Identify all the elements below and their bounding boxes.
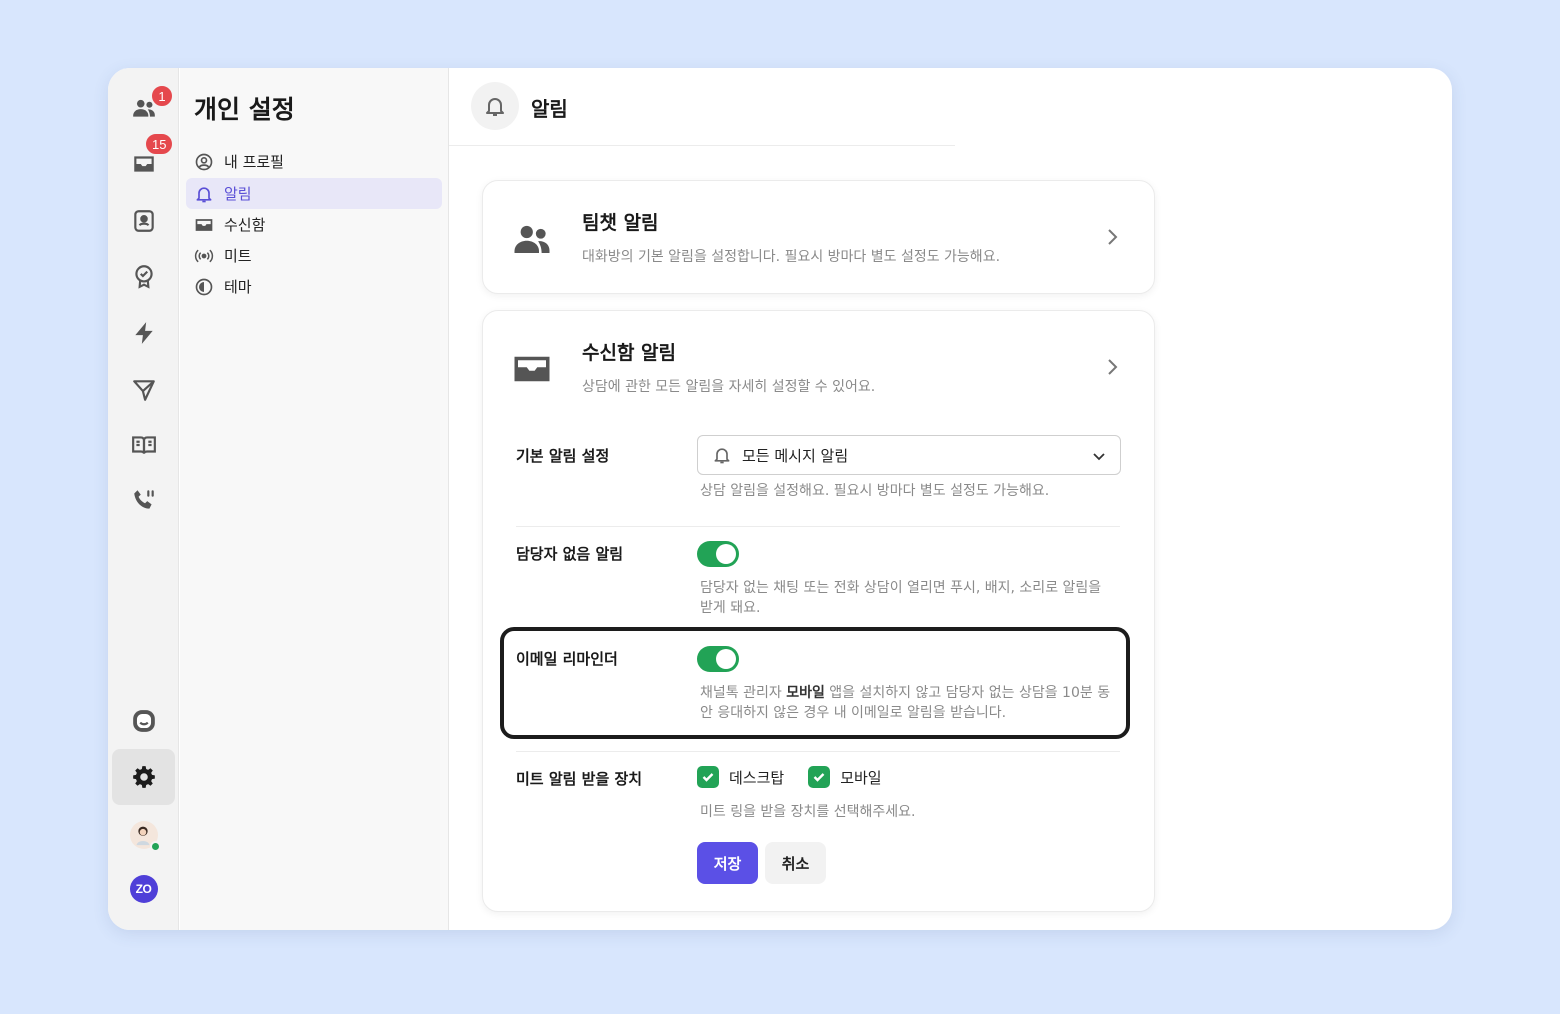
settings-title: 개인 설정 — [194, 95, 295, 124]
row-label: 기본 알림 설정 — [516, 447, 610, 465]
rail-inbox[interactable]: 15 — [112, 132, 175, 192]
nav-item-label: 미트 — [224, 247, 252, 265]
contact-book-icon — [133, 210, 154, 232]
header-bell-icon — [471, 82, 519, 130]
inbox-card-header[interactable]: 수신함 알림 상담에 관한 모든 알림을 자세히 설정할 수 있어요. — [483, 311, 1154, 425]
page-title: 알림 — [531, 97, 568, 121]
save-button[interactable]: 저장 — [697, 842, 758, 884]
rail-automation[interactable] — [112, 305, 175, 361]
nav-item-label: 테마 — [224, 278, 252, 296]
desc-line: 담당자 없는 채팅 또는 전화 상담이 열리면 푸시, 배지, 소리로 알림을 — [700, 580, 1102, 596]
nav-item-notifications[interactable]: 알림 — [186, 178, 442, 209]
device-checkboxes: 데스크탑 모바일 — [697, 766, 882, 788]
checkbox-label: 모바일 — [840, 768, 882, 787]
chevron-right-icon — [1108, 359, 1118, 375]
row-label: 미트 알림 받을 장치 — [516, 770, 643, 788]
inbox-notification-card: 수신함 알림 상담에 관한 모든 알림을 자세히 설정할 수 있어요. 기본 알… — [482, 310, 1155, 912]
main-content: 알림 팀챗 알림 대화방의 기본 알림을 설정합니다. 필요시 방마다 별도 설… — [449, 68, 1452, 930]
nav-item-inbox[interactable]: 수신함 — [186, 209, 442, 240]
send-icon — [132, 380, 155, 401]
presence-online-indicator — [149, 841, 161, 852]
rail-workspace[interactable]: ZO — [112, 861, 175, 917]
check-icon — [813, 773, 825, 782]
divider — [516, 751, 1120, 752]
rail-profile[interactable] — [112, 807, 175, 863]
card-title: 팀챗 알림 — [582, 212, 659, 234]
inbox-icon — [195, 218, 213, 231]
meet-devices-row: 미트 알림 받을 장치 데스크탑 모바일 미트 링을 받을 장치를 선택해주세요… — [516, 766, 1120, 906]
workspace-logo-icon: ZO — [129, 875, 158, 903]
nav-item-label: 수신함 — [224, 216, 266, 234]
nav-item-label: 알림 — [224, 185, 252, 203]
book-icon — [131, 436, 156, 454]
lightning-icon — [134, 322, 153, 344]
card-description: 상담에 관한 모든 알림을 자세히 설정할 수 있어요. — [582, 379, 876, 395]
nav-item-theme[interactable]: 테마 — [186, 271, 442, 302]
rail-badge[interactable] — [112, 248, 175, 304]
chevron-down-icon — [1093, 453, 1105, 461]
card-description: 대화방의 기본 알림을 설정합니다. 필요시 방마다 별도 설정도 가능해요. — [582, 249, 1001, 265]
email-reminder-highlight — [500, 627, 1130, 739]
teamchat-notification-card[interactable]: 팀챗 알림 대화방의 기본 알림을 설정합니다. 필요시 방마다 별도 설정도 … — [482, 180, 1155, 294]
phone-icon — [133, 490, 154, 509]
broadcast-icon — [194, 249, 214, 262]
default-notification-row: 기본 알림 설정 모든 메시지 알림 상담 알림을 설정해요. 필요시 방마다 … — [516, 435, 1121, 515]
users-icon — [514, 225, 550, 253]
icon-rail: 1 15 ZO — [108, 68, 179, 930]
channel-logo-icon — [132, 710, 155, 732]
row-description: 담당자 없는 채팅 또는 전화 상담이 열리면 푸시, 배지, 소리로 알림을 … — [700, 578, 1101, 618]
avatar — [129, 821, 161, 852]
bell-icon — [196, 186, 212, 202]
cancel-button[interactable]: 취소 — [765, 842, 826, 884]
nav-item-profile[interactable]: 내 프로필 — [186, 146, 442, 177]
page-header: 알림 — [449, 68, 955, 146]
gear-icon — [132, 766, 155, 788]
row-description: 미트 링을 받을 장치를 선택해주세요. — [700, 804, 916, 820]
desktop-checkbox[interactable] — [697, 766, 719, 788]
unassigned-notification-row: 담당자 없음 알림 담당자 없는 채팅 또는 전화 상담이 열리면 푸시, 배지… — [516, 541, 1120, 621]
nav-item-label: 내 프로필 — [224, 153, 284, 171]
inbox-badge: 15 — [144, 132, 175, 156]
card-title: 수신함 알림 — [582, 342, 677, 364]
row-description: 상담 알림을 설정해요. 필요시 방마다 별도 설정도 가능해요. — [700, 483, 1050, 499]
profile-icon — [195, 153, 213, 170]
app-window: 1 15 ZO 개인 설정 내 프로필 알림 수신함 미트 테마 알림 팀챗 알… — [108, 68, 1452, 930]
rail-phone[interactable] — [112, 472, 175, 528]
theme-icon — [195, 278, 213, 295]
rail-campaign[interactable] — [112, 362, 175, 418]
rail-contacts-book[interactable] — [112, 193, 175, 249]
settings-sidebar: 개인 설정 내 프로필 알림 수신함 미트 테마 — [180, 68, 449, 930]
rail-settings[interactable] — [112, 749, 175, 805]
inbox-icon — [514, 356, 550, 382]
unassigned-toggle[interactable] — [697, 541, 739, 567]
default-notification-select[interactable]: 모든 메시지 알림 — [697, 435, 1121, 475]
rail-channel[interactable] — [112, 693, 175, 749]
row-label: 담당자 없음 알림 — [516, 545, 624, 563]
chevron-right-icon — [1108, 229, 1118, 245]
contacts-badge: 1 — [150, 84, 174, 108]
checkbox-label: 데스크탑 — [729, 768, 785, 787]
rail-contacts[interactable]: 1 — [112, 80, 175, 136]
desc-line: 받게 돼요. — [700, 600, 761, 616]
mobile-checkbox[interactable] — [808, 766, 831, 788]
rail-docs[interactable] — [112, 417, 175, 473]
check-icon — [702, 773, 714, 782]
bell-icon — [714, 448, 730, 464]
award-check-icon — [134, 265, 153, 289]
divider — [516, 526, 1120, 527]
nav-item-meet[interactable]: 미트 — [186, 240, 442, 271]
select-value: 모든 메시지 알림 — [742, 446, 849, 465]
